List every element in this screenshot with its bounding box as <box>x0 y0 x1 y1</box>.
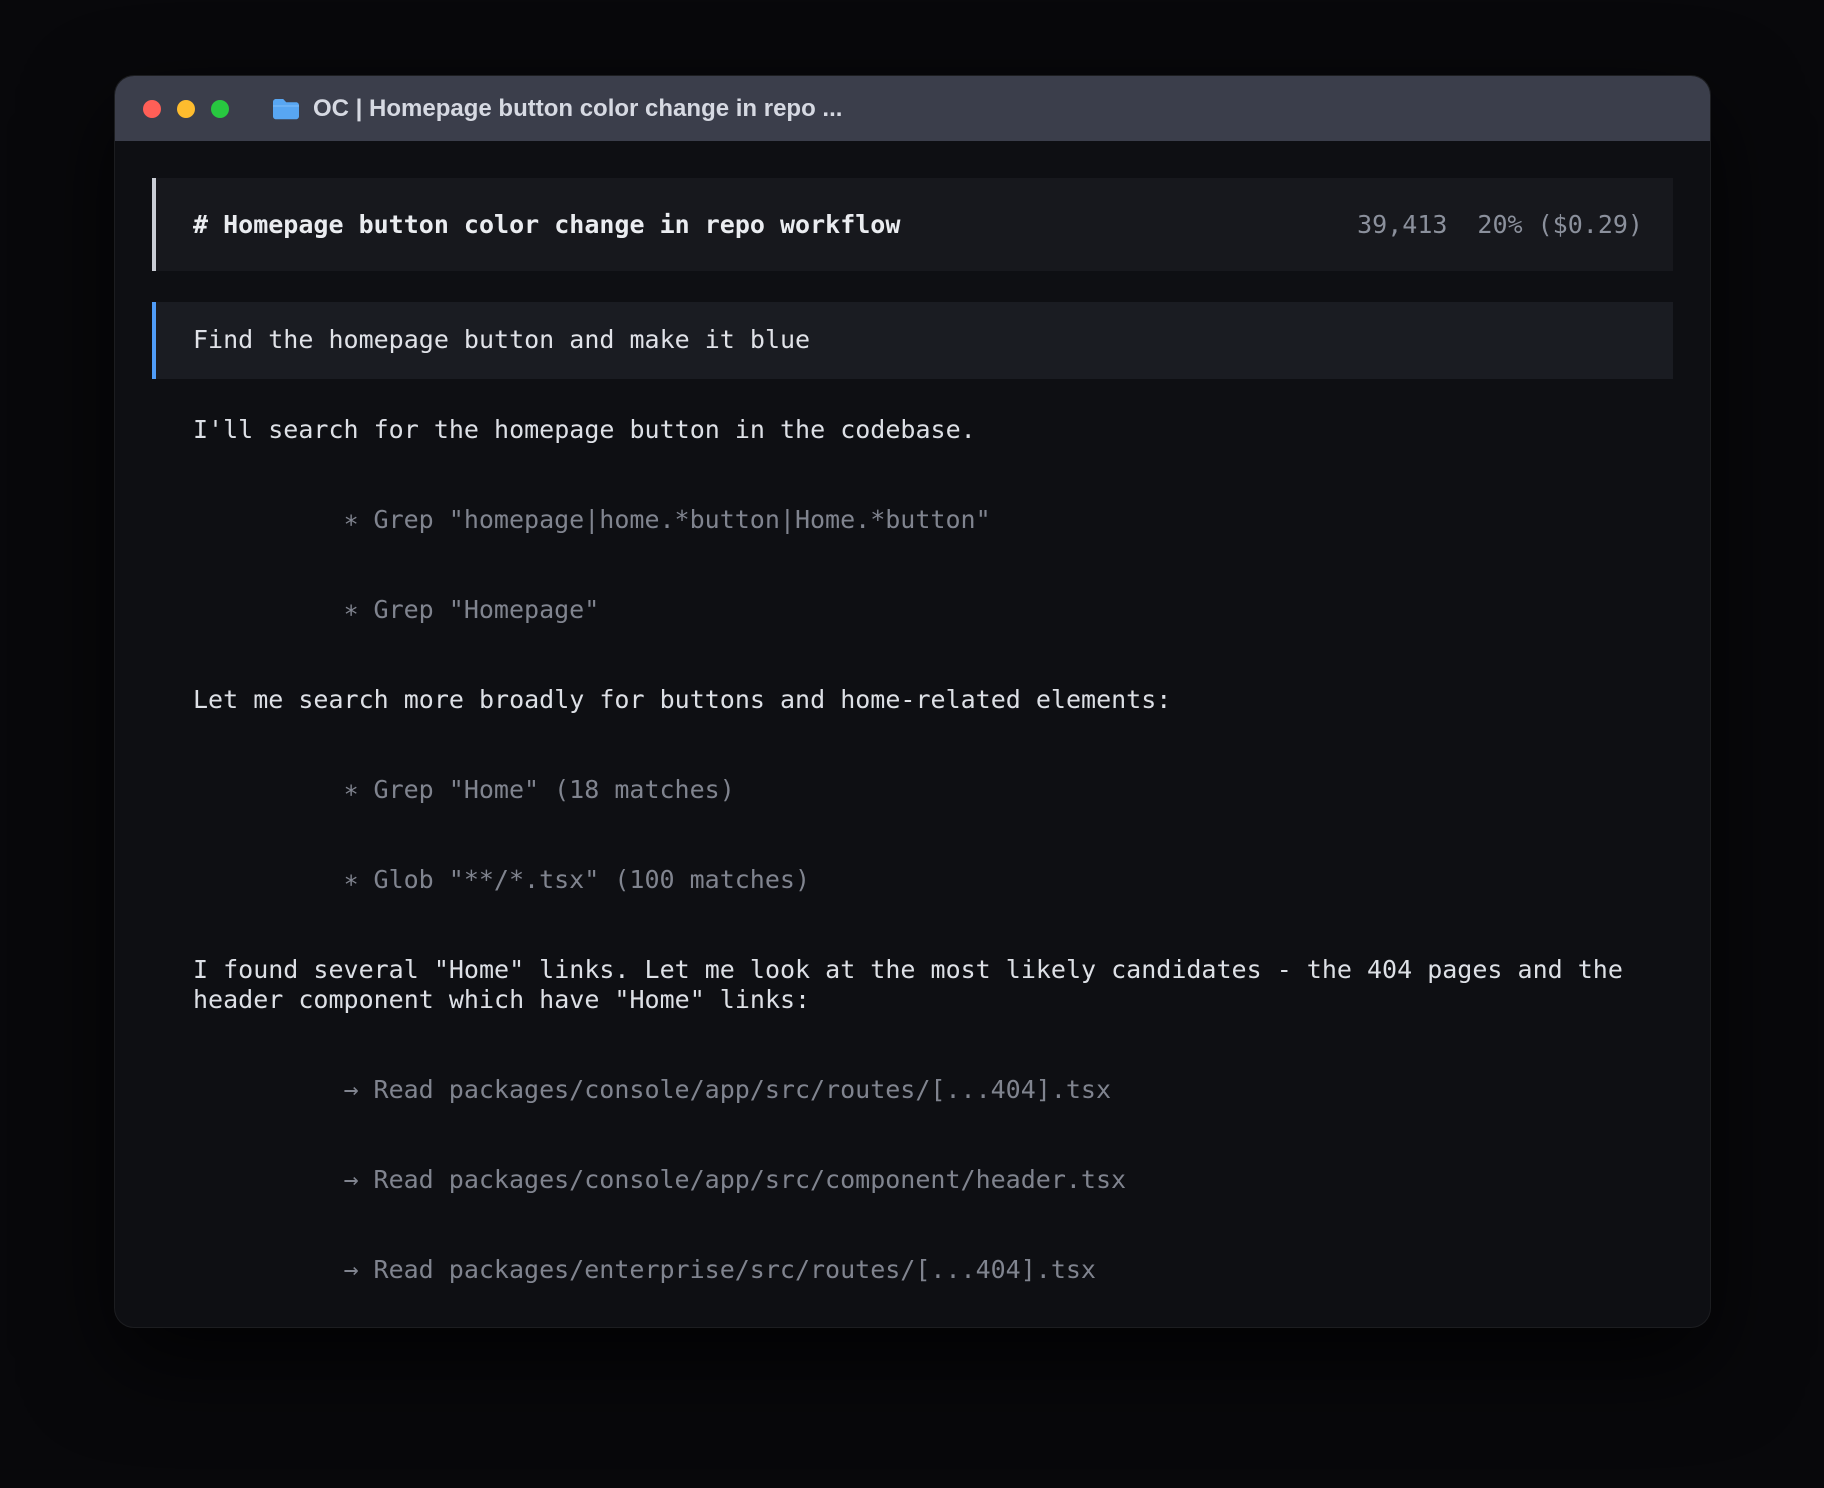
tool-call: ∗ Grep "Home" (18 matches) <box>193 745 1673 835</box>
folder-icon <box>271 97 301 121</box>
assistant-text: I'll search for the homepage button in t… <box>193 415 1673 445</box>
read-call: → Read packages/console/app/src/component… <box>193 1135 1673 1225</box>
session-title: # Homepage button color change in repo w… <box>193 210 900 240</box>
window-title: OC | Homepage button color change in rep… <box>313 95 842 123</box>
read-call-text: Read packages/enterprise/src/routes/[...… <box>374 1255 1096 1284</box>
tool-call: ∗ Grep "Homepage" <box>193 565 1673 655</box>
read-call-text: Read packages/console/app/src/routes/[..… <box>374 1075 1112 1104</box>
tool-call-text: Glob "**/*.tsx" (100 matches) <box>374 865 811 894</box>
close-button[interactable] <box>143 100 161 118</box>
session-header: # Homepage button color change in repo w… <box>152 178 1673 271</box>
terminal-window: OC | Homepage button color change in rep… <box>114 75 1711 1328</box>
user-message: Find the homepage button and make it blu… <box>152 302 1673 379</box>
arrow-right-icon: → <box>344 1075 359 1105</box>
assistant-text: I found several "Home" links. Let me loo… <box>193 955 1673 1015</box>
asterisk-icon: ∗ <box>344 775 359 805</box>
zoom-button[interactable] <box>211 100 229 118</box>
tool-call-text: Grep "Homepage" <box>374 595 600 624</box>
read-call: → Read packages/enterprise/src/routes/[..… <box>193 1225 1673 1315</box>
tool-call: ∗ Grep "homepage|home.*button|Home.*butto… <box>193 475 1673 565</box>
title-bar: OC | Homepage button color change in rep… <box>115 76 1710 141</box>
read-call-text: Read packages/console/app/src/component/… <box>374 1165 1127 1194</box>
asterisk-icon: ∗ <box>344 865 359 895</box>
token-count: 39,413 <box>1357 210 1447 240</box>
assistant-text: Let me search more broadly for buttons a… <box>193 685 1673 715</box>
terminal-body: # Homepage button color change in repo w… <box>115 141 1710 1327</box>
context-usage: 20% ($0.29) <box>1477 210 1643 240</box>
arrow-right-icon: → <box>344 1165 359 1195</box>
asterisk-icon: ∗ <box>344 595 359 625</box>
tool-call-text: Grep "homepage|home.*button|Home.*button… <box>374 505 991 534</box>
read-call: → Read packages/console/app/src/routes/[.… <box>193 1045 1673 1135</box>
tool-call-text: Grep "Home" (18 matches) <box>374 775 735 804</box>
minimize-button[interactable] <box>177 100 195 118</box>
asterisk-icon: ∗ <box>344 505 359 535</box>
session-stats: 39,413 20% ($0.29) <box>1357 210 1643 240</box>
transcript: I'll search for the homepage button in t… <box>152 379 1673 1328</box>
arrow-right-icon: → <box>344 1255 359 1285</box>
user-message-text: Find the homepage button and make it blu… <box>193 325 810 354</box>
tool-call: ∗ Glob "**/*.tsx" (100 matches) <box>193 835 1673 925</box>
traffic-lights <box>143 100 229 118</box>
